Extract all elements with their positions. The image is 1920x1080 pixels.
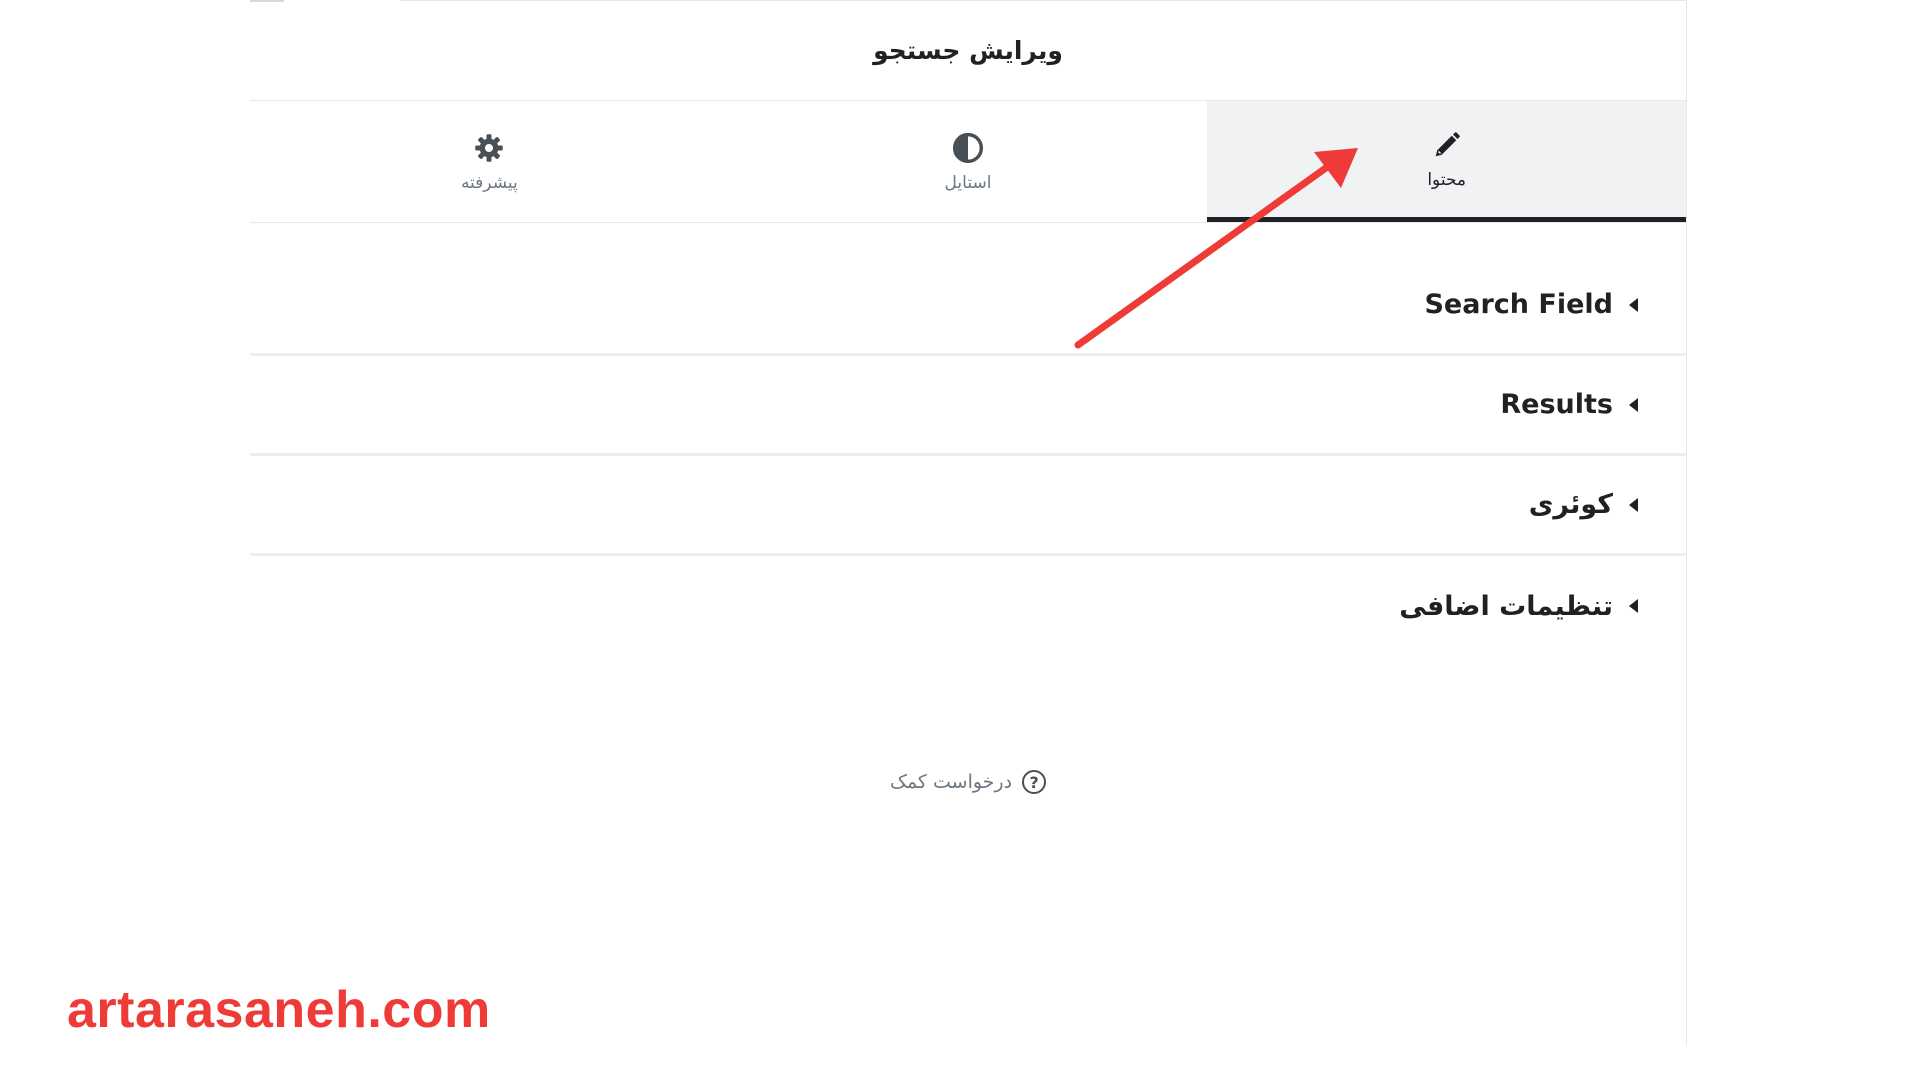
tab-advanced-label: پیشرفته [460, 172, 518, 193]
caret-left-icon [1629, 599, 1638, 613]
gear-icon [472, 131, 506, 165]
caret-left-icon [1629, 497, 1638, 512]
tab-style[interactable]: استایل [729, 101, 1208, 222]
caret-left-icon [1629, 397, 1638, 412]
section-results[interactable]: Results [250, 356, 1686, 456]
tab-advanced[interactable]: پیشرفته [250, 101, 729, 222]
panel-title: ویرایش جستجو [250, 0, 1686, 101]
section-list: Search Field Results کوئری تنظیمات اضافی [250, 256, 1686, 656]
pencil-icon [1430, 128, 1464, 162]
help-label: درخواست کمک [889, 771, 1013, 793]
tab-content[interactable]: محتوا [1207, 101, 1686, 222]
tab-bar: محتوا استایل پیشرفته [250, 101, 1686, 223]
section-label: Search Field [1424, 289, 1613, 320]
half-circle-icon [951, 131, 985, 165]
caret-left-icon [1629, 297, 1638, 312]
edit-panel: ویرایش جستجو محتوا استایل پیشرفته Search… [250, 0, 1687, 1045]
section-query[interactable]: کوئری [250, 456, 1686, 556]
section-extra-settings[interactable]: تنظیمات اضافی [250, 556, 1686, 656]
tab-content-label: محتوا [1427, 170, 1467, 190]
help-link[interactable]: ? درخواست کمک [250, 770, 1686, 794]
section-label: کوئری [1528, 489, 1613, 520]
section-search-field[interactable]: Search Field [250, 256, 1686, 356]
watermark: artarasaneh.com [67, 981, 491, 1039]
section-label: Results [1500, 389, 1613, 420]
tab-style-label: استایل [944, 172, 992, 193]
section-label: تنظیمات اضافی [1399, 590, 1613, 622]
question-circle-icon: ? [1022, 770, 1047, 794]
